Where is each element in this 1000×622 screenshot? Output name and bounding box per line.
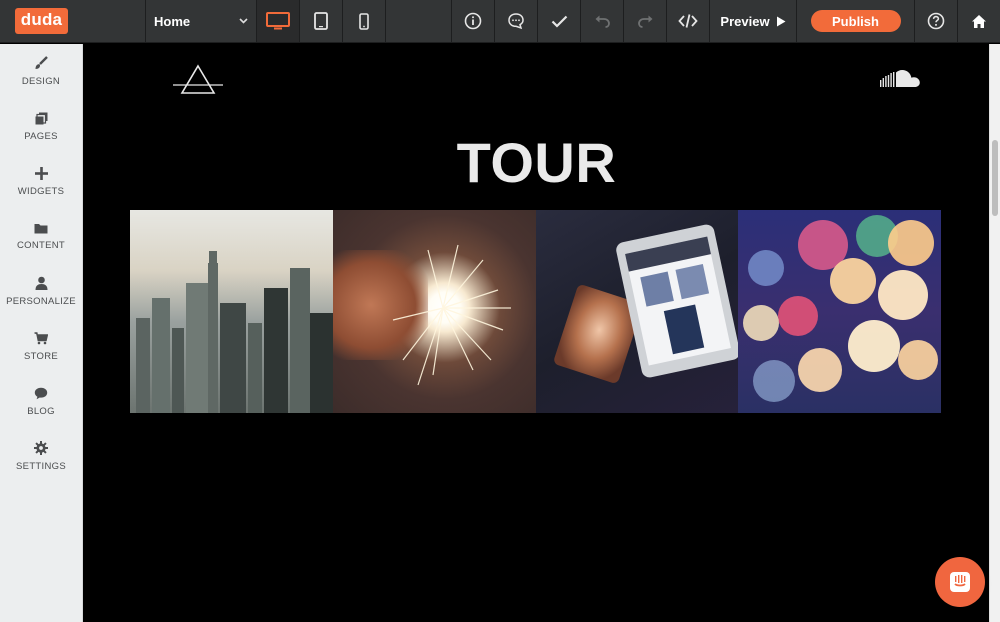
pages-icon xyxy=(35,112,47,124)
play-icon xyxy=(776,16,786,26)
help-icon xyxy=(927,12,945,30)
sparkler-rays-icon xyxy=(392,244,511,386)
page-select-value: Home xyxy=(154,13,191,29)
preview-button[interactable]: Preview xyxy=(710,0,796,42)
check-icon xyxy=(551,15,567,28)
info-icon xyxy=(464,12,482,30)
cart-icon xyxy=(34,331,48,344)
desktop-icon xyxy=(266,12,290,30)
sidebar-item-widgets[interactable]: WIDGETS xyxy=(0,154,82,209)
code-button[interactable] xyxy=(667,0,709,42)
person-icon xyxy=(35,276,47,290)
publish-button[interactable]: Publish xyxy=(810,10,901,32)
sidebar-item-label: PERSONALIZE xyxy=(6,296,76,307)
plus-icon xyxy=(34,166,48,180)
bokeh-lights-photo[interactable] xyxy=(738,210,941,413)
image-gallery[interactable] xyxy=(130,210,941,413)
sidebar-item-label: DESIGN xyxy=(21,76,61,87)
triangle-logo-icon[interactable] xyxy=(172,64,224,96)
mobile-view-button[interactable] xyxy=(343,0,385,42)
canvas-scrollbar[interactable] xyxy=(989,44,1000,622)
gear-icon xyxy=(34,441,48,455)
logo-area: duda xyxy=(0,0,83,42)
comment-icon xyxy=(508,13,524,30)
chat-button[interactable] xyxy=(935,557,985,607)
redo-icon xyxy=(637,15,652,28)
site-canvas[interactable]: TOUR xyxy=(84,44,989,622)
home-button[interactable] xyxy=(958,0,1000,42)
sidebar-item-store[interactable]: STORE xyxy=(0,319,82,374)
soundcloud-icon[interactable] xyxy=(880,68,926,90)
sidebar-item-label: WIDGETS xyxy=(17,185,65,197)
city-skyline-photo[interactable] xyxy=(130,210,333,413)
sidebar-item-pages[interactable]: PAGES xyxy=(0,99,82,154)
comment-button[interactable] xyxy=(495,0,537,42)
speech-bubble-icon xyxy=(34,387,48,399)
sidebar-item-blog[interactable]: BLOG xyxy=(0,374,82,429)
desktop-view-button[interactable] xyxy=(257,0,299,42)
sidebar-item-personalize[interactable]: PERSONALIZE xyxy=(0,264,82,319)
preview-label: Preview xyxy=(720,13,770,29)
info-button[interactable] xyxy=(452,0,494,42)
help-button[interactable] xyxy=(915,0,957,42)
top-toolbar: duda Home Preview Publish xyxy=(0,0,1000,43)
undo-button[interactable] xyxy=(581,0,623,42)
page-title[interactable]: TOUR xyxy=(84,130,989,195)
left-sidebar: DESIGN PAGES WIDGETS CONTENT PERSONALIZE… xyxy=(0,44,83,622)
sparkler-photo[interactable] xyxy=(332,210,536,413)
tablet-photo[interactable] xyxy=(535,210,739,413)
brush-icon xyxy=(35,56,48,69)
tablet-icon xyxy=(314,12,328,30)
publish-area: Publish xyxy=(797,0,914,42)
folder-icon xyxy=(34,223,48,233)
sidebar-item-settings[interactable]: SETTINGS xyxy=(0,429,82,484)
sidebar-item-design[interactable]: DESIGN xyxy=(0,44,82,99)
sidebar-item-label: SETTINGS xyxy=(16,461,66,472)
redo-button[interactable] xyxy=(624,0,666,42)
chat-icon xyxy=(950,572,970,592)
sidebar-item-content[interactable]: CONTENT xyxy=(0,209,82,264)
sidebar-item-label: STORE xyxy=(23,350,59,362)
page-select[interactable]: Home xyxy=(146,0,256,42)
duda-logo[interactable]: duda xyxy=(14,8,69,34)
sidebar-item-label: CONTENT xyxy=(16,239,65,251)
scrollbar-thumb[interactable] xyxy=(992,140,998,216)
tablet-view-button[interactable] xyxy=(300,0,342,42)
sidebar-item-label: PAGES xyxy=(24,130,58,142)
tablet-device xyxy=(614,223,739,379)
mobile-icon xyxy=(359,12,369,30)
code-icon xyxy=(678,14,698,28)
sidebar-item-label: BLOG xyxy=(27,405,55,417)
home-icon xyxy=(972,14,986,28)
chevron-down-icon xyxy=(239,16,248,27)
undo-icon xyxy=(595,15,610,28)
approve-button[interactable] xyxy=(538,0,580,42)
